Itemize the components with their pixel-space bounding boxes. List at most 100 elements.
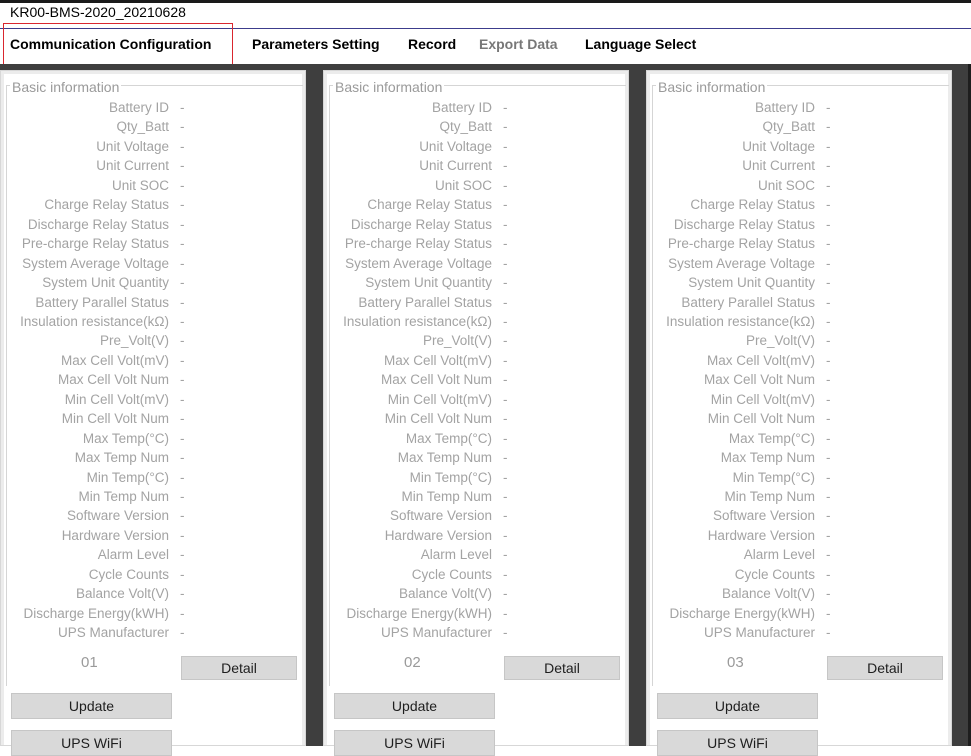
panel-body: Basic information Battery ID - Qty_Batt - Un… — [327, 74, 627, 756]
field-label: UPS Manufacturer — [380, 625, 492, 641]
field-value: - — [180, 275, 185, 291]
field-label: Min Cell Volt(mV) — [387, 391, 492, 407]
update-button[interactable]: Update — [657, 693, 818, 719]
field-value: - — [180, 489, 185, 504]
info-row: Pre-charge Relay Status - — [650, 236, 950, 255]
detail-button[interactable]: Detail — [504, 656, 620, 680]
field-label: Min Temp Num — [724, 489, 815, 504]
ups-wifi-button[interactable]: UPS WiFi — [657, 730, 818, 756]
info-row: Min Cell Volt Num - — [650, 411, 950, 430]
field-value: - — [180, 547, 185, 563]
field-label: UPS Manufacturer — [57, 625, 169, 641]
menu-communication-configuration[interactable]: Communication Configuration — [10, 36, 211, 52]
update-button[interactable]: Update — [11, 693, 172, 719]
info-row: Discharge Energy(kWH) - — [650, 606, 950, 625]
info-row: Balance Volt(V) - — [650, 586, 950, 605]
info-row: Software Version - — [327, 508, 627, 527]
info-row: System Average Voltage - — [4, 256, 304, 275]
field-label: Min Temp Num — [78, 489, 169, 504]
field-value: - — [826, 100, 831, 115]
field-label: Hardware Version — [707, 527, 815, 543]
detail-button[interactable]: Detail — [181, 656, 297, 680]
info-row: Max Temp Num - — [4, 450, 304, 469]
field-label: Max Temp(°C) — [728, 430, 815, 446]
field-label: System Average Voltage — [22, 255, 169, 271]
field-value: - — [180, 236, 185, 252]
field-value: - — [826, 352, 831, 368]
info-row: Max Cell Volt Num - — [327, 372, 627, 391]
info-row: Min Cell Volt(mV) - — [327, 392, 627, 411]
info-row: Cycle Counts - — [650, 567, 950, 586]
field-value: - — [503, 333, 508, 349]
field-value: - — [826, 119, 831, 135]
field-label: Qty_Batt — [762, 119, 815, 135]
field-value: - — [180, 469, 185, 485]
ups-wifi-button[interactable]: UPS WiFi — [334, 730, 495, 756]
info-row: Unit Current - — [327, 158, 627, 177]
info-row: Qty_Batt - — [4, 119, 304, 138]
info-row: Battery Parallel Status - — [650, 295, 950, 314]
menu-record[interactable]: Record — [408, 36, 456, 52]
field-label: Min Temp(°C) — [86, 469, 169, 485]
field-value: - — [826, 450, 831, 466]
unit-number: 01 — [81, 654, 98, 671]
info-row: Min Temp(°C) - — [4, 470, 304, 489]
field-label: Discharge Energy(kWH) — [669, 605, 815, 621]
group-title: Basic information — [10, 79, 122, 95]
info-row: Alarm Level - — [327, 547, 627, 566]
detail-button[interactable]: Detail — [827, 656, 943, 680]
field-value: - — [503, 625, 508, 641]
field-label: Unit Voltage — [419, 138, 492, 154]
field-label: Unit SOC — [111, 177, 169, 193]
field-label: Max Cell Volt Num — [57, 372, 169, 388]
field-label: Pre_Volt(V) — [745, 333, 815, 349]
field-value: - — [503, 255, 508, 271]
field-label: Max Temp(°C) — [405, 430, 492, 446]
field-value: - — [503, 138, 508, 154]
field-label: Software Version — [712, 508, 815, 524]
field-value: - — [826, 372, 831, 388]
update-button[interactable]: Update — [334, 693, 495, 719]
field-value: - — [826, 275, 831, 291]
field-value: - — [503, 547, 508, 563]
menu-parameters-setting[interactable]: Parameters Setting — [252, 36, 380, 52]
field-label: Min Temp(°C) — [409, 469, 492, 485]
info-row: Battery ID - — [327, 100, 627, 119]
field-value: - — [180, 255, 185, 271]
field-label: Discharge Energy(kWH) — [346, 605, 492, 621]
info-row: System Unit Quantity - — [4, 275, 304, 294]
field-value: - — [180, 411, 185, 427]
field-value: - — [180, 177, 185, 193]
field-label: Insulation resistance(kΩ) — [343, 313, 492, 329]
info-row: Unit SOC - — [650, 178, 950, 197]
field-value: - — [503, 216, 508, 232]
field-value: - — [826, 333, 831, 349]
ups-wifi-button[interactable]: UPS WiFi — [11, 730, 172, 756]
info-row: System Average Voltage - — [650, 256, 950, 275]
field-label: Max Temp Num — [74, 450, 169, 466]
field-label: Charge Relay Status — [44, 197, 169, 213]
field-value: - — [503, 605, 508, 621]
field-value: - — [503, 236, 508, 252]
menu-bar: Communication Configuration Parameters S… — [0, 29, 971, 63]
field-label: Min Temp Num — [401, 489, 492, 504]
field-value: - — [826, 177, 831, 193]
field-label: Cycle Counts — [734, 566, 815, 582]
info-row: Cycle Counts - — [327, 567, 627, 586]
field-label: Max Cell Volt Num — [703, 372, 815, 388]
menu-language-select[interactable]: Language Select — [585, 36, 696, 52]
info-row: Balance Volt(V) - — [4, 586, 304, 605]
field-value: - — [503, 508, 508, 524]
title-bar: KR00-BMS-2020_20210628 — [0, 0, 971, 24]
info-row: Insulation resistance(kΩ) - — [650, 314, 950, 333]
field-label: Min Cell Volt(mV) — [64, 391, 169, 407]
info-row: Hardware Version - — [327, 528, 627, 547]
window-title: KR00-BMS-2020_20210628 — [10, 4, 186, 20]
field-value: - — [180, 294, 185, 310]
info-row: Discharge Relay Status - — [650, 217, 950, 236]
menu-export-data[interactable]: Export Data — [479, 36, 558, 52]
field-value: - — [503, 275, 508, 291]
field-label: Max Cell Volt(mV) — [60, 352, 169, 368]
field-label: Alarm Level — [97, 547, 169, 563]
field-value: - — [826, 294, 831, 310]
